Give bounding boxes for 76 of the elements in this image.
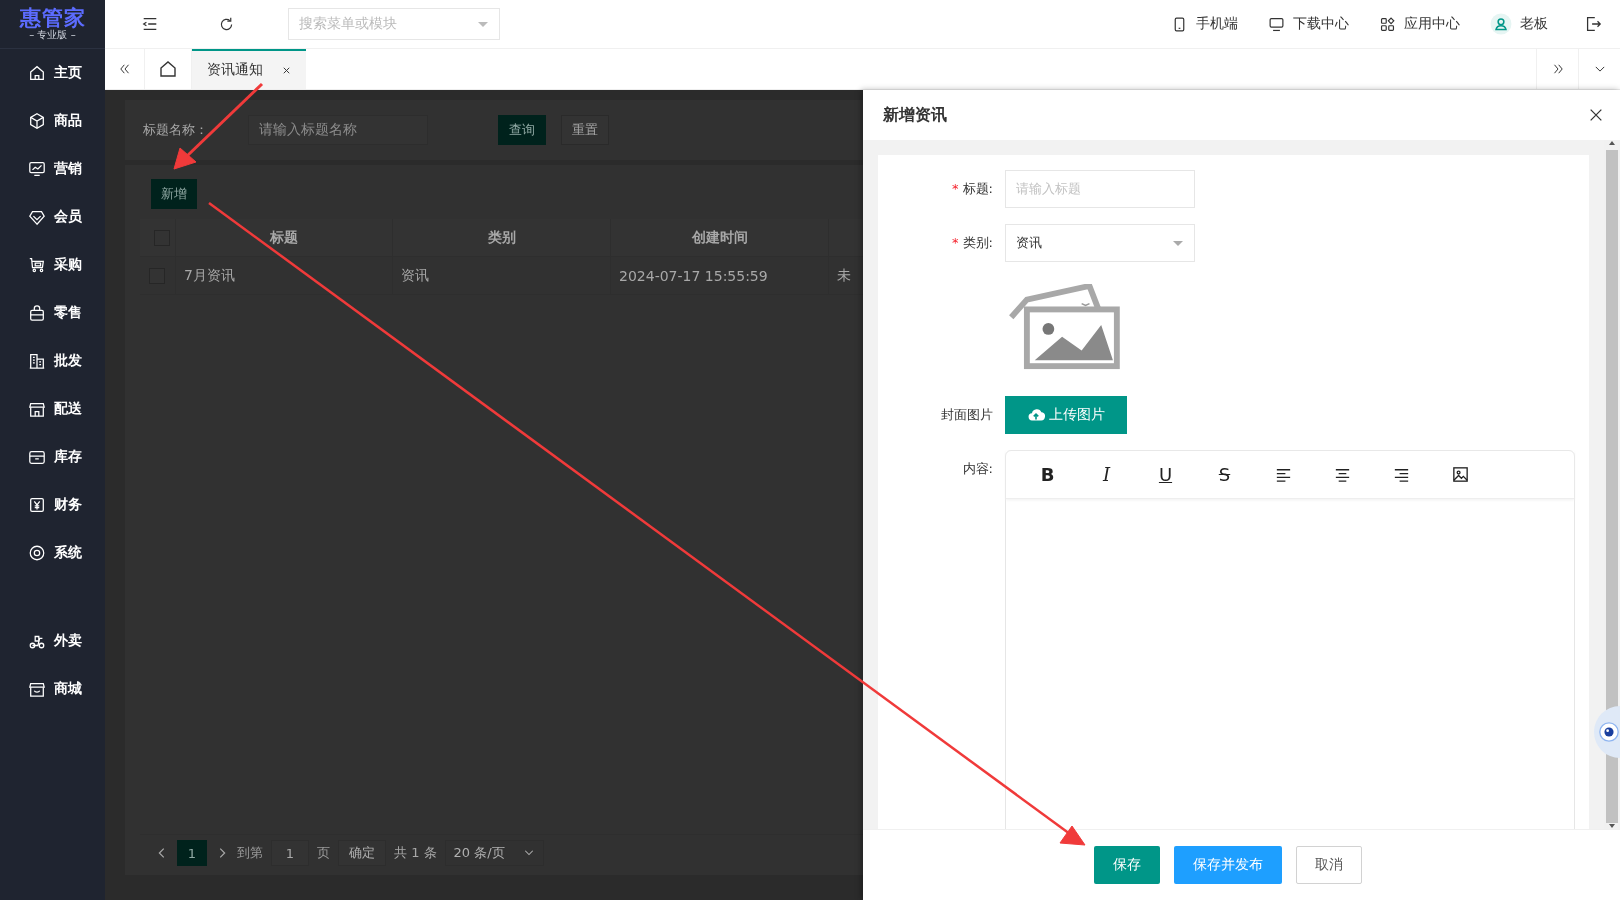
total-count: 共 1 条 bbox=[394, 844, 437, 862]
sidebar-item[interactable]: 外卖 bbox=[0, 617, 105, 665]
dropdown-caret-icon bbox=[477, 20, 489, 28]
dropdown-caret-icon bbox=[1172, 239, 1184, 247]
assistant-button[interactable] bbox=[1594, 706, 1620, 758]
category-select[interactable]: 资讯 bbox=[1005, 224, 1195, 262]
add-button[interactable]: 新增 bbox=[151, 179, 197, 209]
sidebar-item[interactable]: 零售 bbox=[0, 289, 105, 337]
sidebar-item[interactable]: 会员 bbox=[0, 193, 105, 241]
home-icon bbox=[28, 64, 46, 82]
chart-monitor-icon bbox=[28, 160, 46, 178]
underline-button: U bbox=[1136, 457, 1195, 492]
query-button[interactable]: 查询 bbox=[498, 115, 546, 145]
close-icon bbox=[1588, 107, 1604, 123]
store-icon bbox=[28, 400, 46, 418]
sidebar-item[interactable]: 采购 bbox=[0, 241, 105, 289]
filter-label: 标题名称： bbox=[143, 121, 209, 139]
sidebar-item[interactable]: 配送 bbox=[0, 385, 105, 433]
bag-icon bbox=[28, 304, 46, 322]
upload-button[interactable]: 上传图片 bbox=[1005, 396, 1127, 434]
double-chevron-left-icon bbox=[117, 62, 132, 76]
header-link[interactable]: 老板 bbox=[1490, 13, 1548, 35]
sidebar-item[interactable]: 系统 bbox=[0, 529, 105, 577]
sidebar-item[interactable]: 商品 bbox=[0, 97, 105, 145]
page-unit-label: 页 bbox=[317, 844, 330, 862]
edition-label: – 专业版 – bbox=[29, 29, 76, 41]
scroll-down-arrow-icon bbox=[1608, 823, 1616, 829]
goto-label: 到第 bbox=[237, 844, 263, 862]
logout-icon bbox=[1584, 15, 1602, 33]
table-cell: 7月资讯 bbox=[176, 257, 393, 295]
apps-icon bbox=[1379, 15, 1396, 33]
scrollbar[interactable] bbox=[1604, 140, 1620, 829]
home-icon bbox=[158, 59, 178, 79]
field-label: * 类别: bbox=[951, 234, 993, 252]
cube-icon bbox=[28, 112, 46, 130]
table-cell: 2024-07-17 15:55:59 bbox=[611, 257, 829, 295]
user-avatar-icon bbox=[1490, 13, 1512, 35]
page-input[interactable]: 1 bbox=[271, 840, 309, 866]
primary-button[interactable]: 保存 bbox=[1093, 846, 1160, 884]
menu-icon bbox=[141, 15, 159, 33]
italic-button: I bbox=[1077, 457, 1136, 492]
drawer-icon bbox=[28, 448, 46, 466]
field-label: 内容: bbox=[961, 460, 993, 478]
cart-icon bbox=[28, 256, 46, 274]
bold-button: B bbox=[1018, 457, 1077, 492]
target-icon bbox=[28, 544, 46, 562]
sidebar-item[interactable]: 营销 bbox=[0, 145, 105, 193]
table-cell: 资讯 bbox=[393, 257, 611, 295]
page-tab[interactable]: 资讯通知 bbox=[192, 49, 306, 89]
page-size-select[interactable]: 20 条/页 bbox=[444, 840, 544, 866]
confirm-button[interactable]: 确定 bbox=[338, 840, 386, 866]
store-icon bbox=[28, 680, 46, 698]
sidebar-item[interactable]: 商城 bbox=[0, 665, 105, 713]
strike-button: S bbox=[1195, 457, 1254, 492]
diamond-icon bbox=[28, 208, 46, 226]
sidebar-item[interactable]: 批发 bbox=[0, 337, 105, 385]
sidebar-item[interactable]: 库存 bbox=[0, 433, 105, 481]
building-icon bbox=[28, 352, 46, 370]
image-icon bbox=[1451, 465, 1470, 484]
yen-icon bbox=[28, 496, 46, 514]
monitor-icon bbox=[1268, 15, 1285, 33]
field-label: 封面图片 bbox=[940, 406, 993, 424]
field-label: * 标题: bbox=[951, 180, 993, 198]
robot-icon bbox=[1598, 721, 1620, 743]
sidebar-item[interactable]: 主页 bbox=[0, 49, 105, 97]
header-link[interactable]: 手机端 bbox=[1171, 15, 1238, 33]
drawer-title: 新增资讯 bbox=[883, 104, 947, 126]
search-field[interactable]: 请输入标题名称 bbox=[248, 115, 428, 145]
reset-button[interactable]: 重置 bbox=[561, 115, 609, 145]
page-number[interactable]: 1 bbox=[177, 840, 207, 866]
sidebar-item[interactable]: 财务 bbox=[0, 481, 105, 529]
header-link[interactable]: 下载中心 bbox=[1268, 15, 1349, 33]
default-button[interactable]: 取消 bbox=[1295, 846, 1362, 884]
scroll-up-arrow-icon bbox=[1608, 140, 1616, 146]
header-link[interactable]: 应用中心 bbox=[1379, 15, 1460, 33]
logo-text: 惠管家 bbox=[19, 7, 86, 29]
